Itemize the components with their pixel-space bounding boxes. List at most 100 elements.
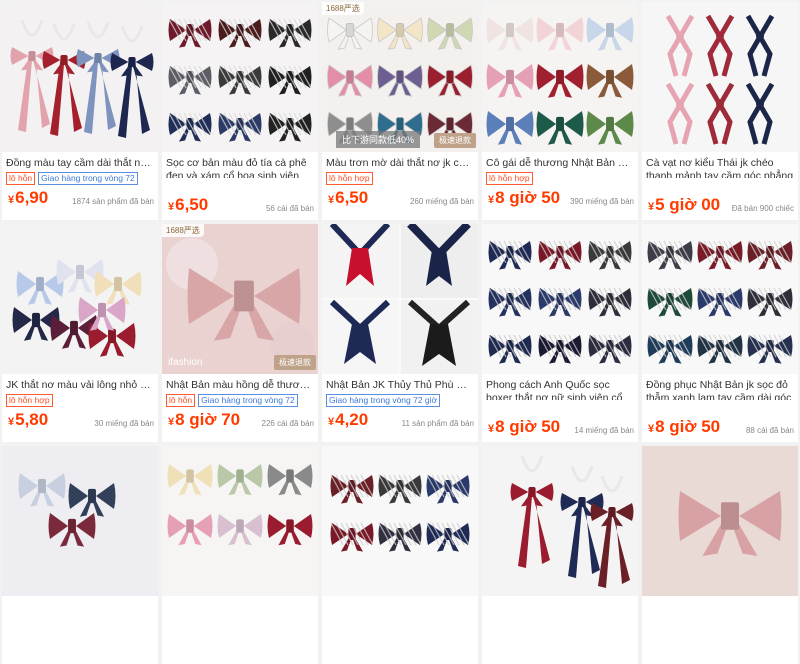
product-image[interactable] <box>162 2 318 152</box>
product-price: ¥8 giờ 50 <box>648 417 720 436</box>
mixed-batch-tag: lô hỗn <box>6 172 36 185</box>
product-card[interactable] <box>642 446 798 664</box>
currency-symbol: ¥ <box>328 416 335 428</box>
shipping-tag: Giao hàng trong vòng 72 <box>198 394 298 407</box>
product-price: ¥5 giờ 00 <box>648 195 720 214</box>
product-tags: Giao hàng trong vòng 72 giờ <box>322 394 478 408</box>
fast-refund-badge: 极速退款 <box>274 355 316 370</box>
product-card[interactable] <box>322 446 478 664</box>
product-card[interactable]: Cà vạt nơ kiểu Thái jk chéo thanh mảnh t… <box>642 2 798 220</box>
currency-symbol: ¥ <box>8 416 15 428</box>
sold-count: 11 sản phẩm đã bán <box>401 419 474 428</box>
price-row: ¥8 giờ 50 390 miếng đã bán <box>482 186 638 210</box>
product-card[interactable]: JK thắt nơ màu vải lông nhỏ m... lô hỗn h… <box>2 224 158 442</box>
price-row: ¥6,50 260 miếng đã bán <box>322 186 478 210</box>
product-price: ¥6,50 <box>168 195 208 214</box>
product-card[interactable]: 1688严选 比下游同款低40% 极速退款 Màu trơn mờ dài thắt … <box>322 2 478 220</box>
product-image[interactable]: 1688严选 ifashion 极速退款 <box>162 224 318 374</box>
mixed-batch-tag: lô hỗn <box>166 394 196 407</box>
product-card[interactable]: Đồng màu tay cầm dài thắt nơ ... lô hỗn Gi… <box>2 2 158 220</box>
product-image[interactable] <box>162 446 318 596</box>
sold-count: 14 miếng đã bán <box>574 426 634 435</box>
product-tags: lô hỗn hợp <box>322 172 478 186</box>
product-price: ¥8 giờ 70 <box>168 410 240 429</box>
product-card[interactable]: Sọc cơ bản màu đỏ tía cà phê đen và xám … <box>162 2 318 220</box>
product-tags <box>162 179 318 193</box>
product-image[interactable] <box>482 2 638 152</box>
product-title[interactable]: Đồng màu tay cầm dài thắt nơ ... <box>2 152 158 171</box>
currency-symbol: ¥ <box>168 416 175 428</box>
curated-badge: 1688严选 <box>322 2 364 15</box>
mixed-batch-tag: lô hỗn hợp <box>6 394 53 407</box>
price-row: ¥5,80 30 miếng đã bán <box>2 408 158 432</box>
product-price: ¥4,20 <box>328 410 368 429</box>
product-image[interactable] <box>642 2 798 152</box>
product-title[interactable]: JK thắt nơ màu vải lông nhỏ m... <box>2 374 158 393</box>
sold-count: 88 cái đã bán <box>745 426 794 435</box>
product-image[interactable] <box>2 224 158 374</box>
shipping-tag: Giao hàng trong vòng 72 giờ <box>326 394 441 407</box>
product-card[interactable]: Đồng phục Nhật Bản jk sọc đỏ thẫm xanh l… <box>642 224 798 442</box>
product-image[interactable] <box>322 446 478 596</box>
currency-symbol: ¥ <box>8 194 15 206</box>
product-tags <box>642 179 798 193</box>
curated-badge: 1688严选 <box>162 224 204 237</box>
product-title[interactable]: Cô gái dễ thương Nhật Bản mà... <box>482 152 638 171</box>
currency-symbol: ¥ <box>168 201 175 213</box>
price-value: 5 giờ 00 <box>655 195 721 214</box>
product-card[interactable]: 1688严选 ifashion 极速退款 Nhật Bản màu hồng dễ t… <box>162 224 318 442</box>
sold-count: 390 miếng đã bán <box>569 197 634 206</box>
price-row: ¥6,90 1874 sản phẩm đã bán <box>2 186 158 210</box>
product-card[interactable] <box>482 446 638 664</box>
sold-count: 1874 sản phẩm đã bán <box>72 197 154 206</box>
price-value: 6,50 <box>335 188 369 207</box>
product-title[interactable]: Sọc cơ bản màu đỏ tía cà phê đen và xám … <box>162 152 318 178</box>
mixed-batch-tag: lô hỗn hợp <box>326 172 373 185</box>
product-title[interactable]: Phong cách Anh Quốc sọc boxer thắt nơ nữ… <box>482 374 638 400</box>
product-card[interactable]: Cô gái dễ thương Nhật Bản mà... lô hỗn hợ… <box>482 2 638 220</box>
price-value: 8 giờ 50 <box>655 417 721 436</box>
currency-symbol: ¥ <box>488 423 495 435</box>
product-tags <box>642 401 798 415</box>
discount-banner: 比下游同款低40% <box>336 131 421 148</box>
product-image[interactable]: 1688严选 比下游同款低40% 极速退款 <box>322 2 478 152</box>
product-image[interactable] <box>482 446 638 596</box>
shipping-tag: Giao hàng trong vòng 72 <box>38 172 138 185</box>
sold-count: 30 miếng đã bán <box>94 419 154 428</box>
product-image[interactable] <box>322 224 478 374</box>
currency-symbol: ¥ <box>648 201 655 213</box>
price-row: ¥5 giờ 00 Đã bán 900 chiếc <box>642 193 798 217</box>
price-value: 8 giờ 50 <box>495 188 561 207</box>
product-title[interactable]: Nhật Bản màu hồng dễ thương... <box>162 374 318 393</box>
product-price: ¥5,80 <box>8 410 48 429</box>
product-image[interactable] <box>482 224 638 374</box>
product-card[interactable] <box>2 446 158 664</box>
product-card[interactable] <box>162 446 318 664</box>
product-title[interactable]: Cà vạt nơ kiểu Thái jk chéo thanh mảnh t… <box>642 152 798 178</box>
product-image[interactable] <box>642 446 798 596</box>
price-row: ¥8 giờ 50 14 miếng đã bán <box>482 415 638 439</box>
product-grid: Đồng màu tay cầm dài thắt nơ ... lô hỗn Gi… <box>0 0 800 664</box>
product-title[interactable]: Nhật Bản JK Thủy Thủ Phù Hợp... <box>322 374 478 393</box>
product-image[interactable] <box>2 446 158 596</box>
product-card[interactable]: Phong cách Anh Quốc sọc boxer thắt nơ nữ… <box>482 224 638 442</box>
price-row: ¥4,20 11 sản phẩm đã bán <box>322 408 478 432</box>
product-tags: lô hỗn Giao hàng trong vòng 72 <box>162 394 318 408</box>
product-card[interactable]: Nhật Bản JK Thủy Thủ Phù Hợp... Giao hàng… <box>322 224 478 442</box>
currency-symbol: ¥ <box>648 423 655 435</box>
product-title[interactable]: Đồng phục Nhật Bản jk sọc đỏ thẫm xanh l… <box>642 374 798 400</box>
product-price: ¥6,90 <box>8 188 48 207</box>
product-tags: lô hỗn hợp <box>2 394 158 408</box>
product-title[interactable]: Màu trơn mờ dài thắt nơ jk cổ ... <box>322 152 478 171</box>
sold-count: Đã bán 900 chiếc <box>731 204 794 213</box>
product-tags <box>482 401 638 415</box>
sold-count: 56 cái đã bán <box>265 204 314 213</box>
product-image[interactable] <box>642 224 798 374</box>
sold-count: 226 cái đã bán <box>261 419 315 428</box>
product-price: ¥8 giờ 50 <box>488 417 560 436</box>
price-value: 6,50 <box>175 195 209 214</box>
price-row: ¥8 giờ 50 88 cái đã bán <box>642 415 798 439</box>
price-value: 6,90 <box>15 188 49 207</box>
product-tags: lô hỗn Giao hàng trong vòng 72 <box>2 172 158 186</box>
product-image[interactable] <box>2 2 158 152</box>
